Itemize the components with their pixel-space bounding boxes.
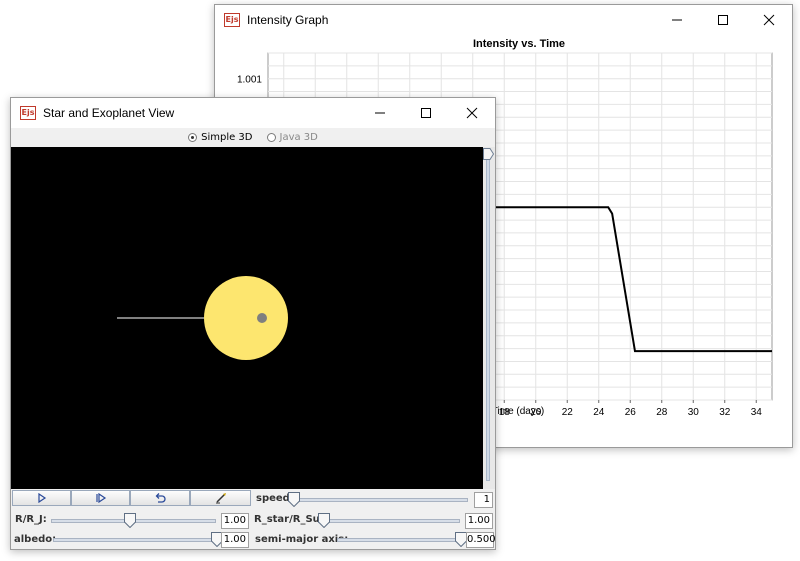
slider-thumb[interactable]	[124, 513, 136, 528]
slider-thumb[interactable]	[318, 513, 330, 528]
reset-icon	[155, 493, 166, 503]
semi-major-axis-value-field[interactable]: 0.500	[466, 532, 496, 548]
maximize-icon	[421, 108, 431, 118]
erase-trail-icon	[215, 493, 226, 504]
speed-value-field[interactable]: 1	[474, 492, 493, 508]
star-scene	[117, 276, 288, 360]
control-row-2: R/R_J: 1.00 R_star/R_Sun: 1.00	[11, 511, 495, 531]
exoplanet[interactable]	[257, 313, 267, 323]
x-tick-label: 30	[688, 407, 700, 418]
ejs-app-icon: Ejs	[224, 13, 240, 27]
close-button[interactable]	[449, 98, 495, 128]
x-tick-label: 22	[562, 407, 574, 418]
star-radius-slider-track[interactable]	[318, 519, 460, 523]
maximize-button[interactable]	[700, 5, 746, 35]
planet-radius-slider[interactable]	[51, 513, 216, 529]
chart-title: Intensity vs. Time	[473, 38, 565, 50]
close-icon	[466, 107, 478, 119]
star-radius-value-field[interactable]: 1.00	[465, 513, 493, 529]
step-forward-button[interactable]	[71, 490, 130, 506]
minimize-icon	[375, 112, 385, 114]
graph-window-title: Intensity Graph	[247, 13, 329, 27]
ejs-app-icon: Ejs	[20, 106, 36, 120]
albedo-label: albedo:	[14, 534, 57, 545]
control-row-1: speed: 1	[11, 490, 495, 510]
x-tick-label: 28	[656, 407, 668, 418]
minimize-button[interactable]	[654, 5, 700, 35]
radio-dot-selected[interactable]	[188, 132, 198, 142]
star-title-bar[interactable]: Ejs Star and Exoplanet View	[11, 98, 495, 128]
view-mode-selector: Simple 3D Java 3D	[11, 128, 495, 146]
radio-label-simple-3d: Simple 3D	[201, 131, 253, 143]
close-icon	[763, 14, 775, 26]
x-tick-label: 26	[625, 407, 637, 418]
zoom-slider-vertical[interactable]	[483, 147, 495, 489]
close-button[interactable]	[746, 5, 792, 35]
semi-major-axis-label: semi-major axis:	[255, 534, 349, 545]
speed-slider[interactable]	[288, 492, 468, 508]
radio-dot-unselected[interactable]	[266, 132, 276, 142]
step-forward-icon	[95, 493, 106, 503]
radio-label-java-3d: Java 3D	[279, 131, 318, 143]
star-system-viewport[interactable]	[11, 147, 483, 489]
radio-simple-3d[interactable]: Simple 3D	[188, 131, 253, 143]
x-tick-label: 24	[593, 407, 605, 418]
erase-trail-button[interactable]	[190, 490, 251, 506]
albedo-value-field[interactable]: 1.00	[221, 532, 249, 548]
minimize-icon	[672, 19, 682, 21]
x-tick-label: 32	[719, 407, 731, 418]
y-tick-label: 1.001	[237, 75, 262, 86]
graph-title-bar[interactable]: Ejs Intensity Graph	[215, 5, 792, 35]
radio-java-3d[interactable]: Java 3D	[266, 131, 318, 143]
albedo-slider[interactable]	[53, 532, 223, 548]
semi-major-axis-slider-track[interactable]	[337, 538, 467, 542]
star-radius-slider[interactable]	[318, 513, 460, 529]
play-button[interactable]	[12, 490, 71, 506]
reset-button[interactable]	[130, 490, 190, 506]
star	[204, 276, 288, 360]
x-tick-label: 34	[751, 407, 763, 418]
zoom-slider-thumb[interactable]	[483, 148, 494, 160]
star-exoplanet-window: Ejs Star and Exoplanet View Simple 3D Ja…	[10, 97, 496, 550]
albedo-slider-track[interactable]	[53, 538, 223, 542]
zoom-slider-track[interactable]	[486, 155, 490, 481]
control-row-3: albedo: 1.00 semi-major axis: 0.500	[11, 531, 496, 551]
speed-slider-track[interactable]	[288, 498, 468, 502]
maximize-icon	[718, 15, 728, 25]
star-window-title: Star and Exoplanet View	[43, 106, 175, 120]
semi-major-axis-slider[interactable]	[337, 532, 467, 548]
planet-radius-label: R/R_J:	[15, 514, 47, 525]
x-axis-label: Time (days)	[492, 406, 544, 417]
maximize-button[interactable]	[403, 98, 449, 128]
slider-thumb[interactable]	[288, 492, 300, 507]
planet-radius-value-field[interactable]: 1.00	[221, 513, 249, 529]
minimize-button[interactable]	[357, 98, 403, 128]
play-icon	[37, 493, 46, 503]
